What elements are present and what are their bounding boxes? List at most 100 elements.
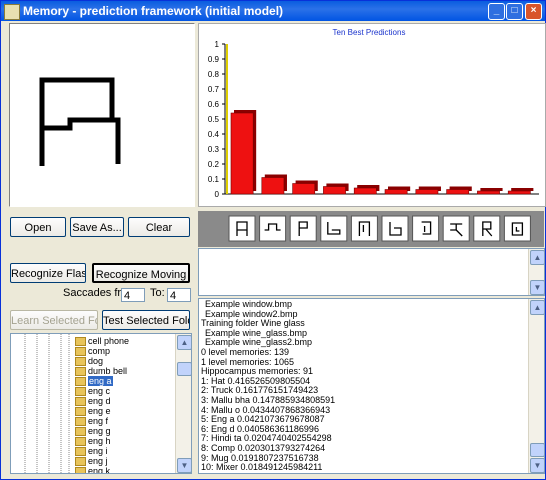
saccades-from-input[interactable]: 4 xyxy=(121,288,145,302)
app-window: Memory - prediction framework (initial m… xyxy=(0,0,546,480)
scroll-thumb[interactable] xyxy=(177,362,191,376)
prediction-thumbnail-9 xyxy=(473,215,501,242)
bar-front-face xyxy=(446,189,470,195)
folder-icon xyxy=(75,357,86,367)
open-button[interactable]: Open xyxy=(10,217,66,237)
tree-item[interactable]: dumb bell xyxy=(75,366,128,377)
save-as-button[interactable]: Save As... xyxy=(70,217,124,237)
scroll-down-icon[interactable]: ▼ xyxy=(530,458,544,473)
prediction-thumbnail-5 xyxy=(350,215,378,242)
scroll-down-icon[interactable]: ▼ xyxy=(530,280,545,295)
drawn-glyph xyxy=(39,77,121,166)
prediction-thumbnail-2 xyxy=(259,215,287,242)
drawing-canvas[interactable] xyxy=(9,23,195,207)
bar-front-face xyxy=(230,112,254,195)
folder-icon xyxy=(75,367,86,377)
tree-item[interactable]: eng d xyxy=(75,396,111,407)
scroll-down-icon[interactable]: ▼ xyxy=(177,458,191,473)
tree-item[interactable]: eng f xyxy=(75,416,109,427)
scroll-up-icon[interactable]: ▲ xyxy=(530,250,545,265)
title-bar[interactable]: Memory - prediction framework (initial m… xyxy=(1,1,545,21)
scroll-up-icon[interactable]: ▲ xyxy=(177,335,191,350)
prediction-thumbnail-1 xyxy=(228,215,256,242)
prediction-thumbnail-3 xyxy=(289,215,317,242)
bar-3 xyxy=(292,180,318,195)
y-tick-label: 0.5 xyxy=(208,115,220,124)
plot-area xyxy=(225,44,539,194)
y-tick-label: 0.7 xyxy=(208,85,220,94)
textarea-scrollbar[interactable]: ▲ ▼ xyxy=(528,249,545,295)
bar-1 xyxy=(230,110,257,195)
prediction-thumbnail-8 xyxy=(442,215,470,242)
tree-item-label: dumb bell xyxy=(88,366,128,376)
scroll-up-icon[interactable]: ▲ xyxy=(530,300,544,315)
tree-scrollbar[interactable]: ▲ ▼ xyxy=(175,334,191,473)
tree-item[interactable]: eng c xyxy=(75,386,110,397)
log-scrollbar[interactable]: ▲ ▼ xyxy=(528,299,544,473)
bar-front-face xyxy=(477,190,500,195)
tree-item-label: comp xyxy=(88,346,111,356)
bar-5 xyxy=(353,185,380,195)
tree-item[interactable]: eng a xyxy=(75,376,113,387)
folder-icon xyxy=(75,377,86,387)
learn-folder-button[interactable]: Learn Selected Folder xyxy=(10,310,98,330)
recognize-moving-button[interactable]: Recognize Moving xyxy=(92,263,190,283)
tree-item[interactable]: dog xyxy=(75,356,104,367)
y-tick-label: 1 xyxy=(215,40,220,49)
scroll-thumb[interactable] xyxy=(530,443,544,457)
folder-icon xyxy=(75,347,86,357)
folder-icon xyxy=(75,457,86,467)
input-text-area[interactable]: ▲ ▼ xyxy=(198,248,545,296)
y-tick-label: 0.1 xyxy=(208,175,220,184)
bar-2 xyxy=(261,174,287,195)
tree-item-label: eng k xyxy=(88,466,111,474)
predictions-chart: Ten Best Predictions 0 0.1 0.2 0.3 0.4 0.5 0.6… xyxy=(198,23,546,207)
output-log[interactable]: Example window.bmp Example window2.bmp Tra… xyxy=(198,298,545,474)
bar-4 xyxy=(323,183,349,195)
tree-item[interactable]: eng g xyxy=(75,426,111,437)
y-tick-label: 0.2 xyxy=(208,160,220,169)
tree-item[interactable]: eng e xyxy=(75,406,111,417)
axis-highlight xyxy=(226,44,228,194)
folder-icon xyxy=(75,407,86,417)
minimize-button[interactable]: _ xyxy=(488,3,505,20)
bar-front-face xyxy=(384,189,408,195)
log-line: 8: Comp 0.0203013793274264 xyxy=(201,443,326,453)
folder-icon xyxy=(75,387,86,397)
tree-item[interactable]: eng j xyxy=(75,456,108,467)
folder-icon xyxy=(75,417,86,427)
recognize-flashed-button[interactable]: Recognize Flashed xyxy=(10,263,86,283)
maximize-button[interactable]: □ xyxy=(506,3,523,20)
y-tick-label: 0.4 xyxy=(208,130,220,139)
y-tick-label: 0.9 xyxy=(208,55,220,64)
folder-icon xyxy=(75,397,86,407)
y-tick-label: 0.6 xyxy=(208,100,220,109)
tree-item[interactable]: comp xyxy=(75,346,111,357)
saccades-to-input[interactable]: 4 xyxy=(167,288,191,302)
bar-top-face xyxy=(480,188,503,191)
bar-top-face xyxy=(511,188,534,191)
folder-icon xyxy=(75,467,86,473)
log-line: Example window.bmp xyxy=(205,299,293,309)
bar-front-face xyxy=(323,186,346,195)
tree-item[interactable]: eng i xyxy=(75,446,108,457)
clear-button[interactable]: Clear xyxy=(128,217,190,237)
log-line: 3: Mallu bha 0.147885934808591 xyxy=(201,395,336,405)
tree-item[interactable]: eng k xyxy=(75,466,111,474)
close-button[interactable]: × xyxy=(525,3,542,20)
bar-7 xyxy=(415,186,441,195)
bar-6 xyxy=(384,186,411,195)
tree-item-label: eng f xyxy=(88,416,109,426)
tree-item[interactable]: eng h xyxy=(75,436,111,447)
test-folder-button[interactable]: Test Selected Folder xyxy=(102,310,190,330)
window-title: Memory - prediction framework (initial m… xyxy=(23,4,284,18)
prediction-thumbnail-4 xyxy=(320,215,348,242)
tree-item-label: dog xyxy=(88,356,104,366)
tree-item-label: cell phone xyxy=(88,336,130,346)
folder-tree[interactable]: cell phone comp dog dumb bell eng a eng c eng … xyxy=(10,333,192,474)
tree-item-label: eng a xyxy=(88,376,113,386)
bar-front-face xyxy=(292,183,316,195)
tree-item-label: eng h xyxy=(88,436,111,446)
folder-icon xyxy=(75,427,86,437)
tree-item[interactable]: cell phone xyxy=(75,336,130,347)
